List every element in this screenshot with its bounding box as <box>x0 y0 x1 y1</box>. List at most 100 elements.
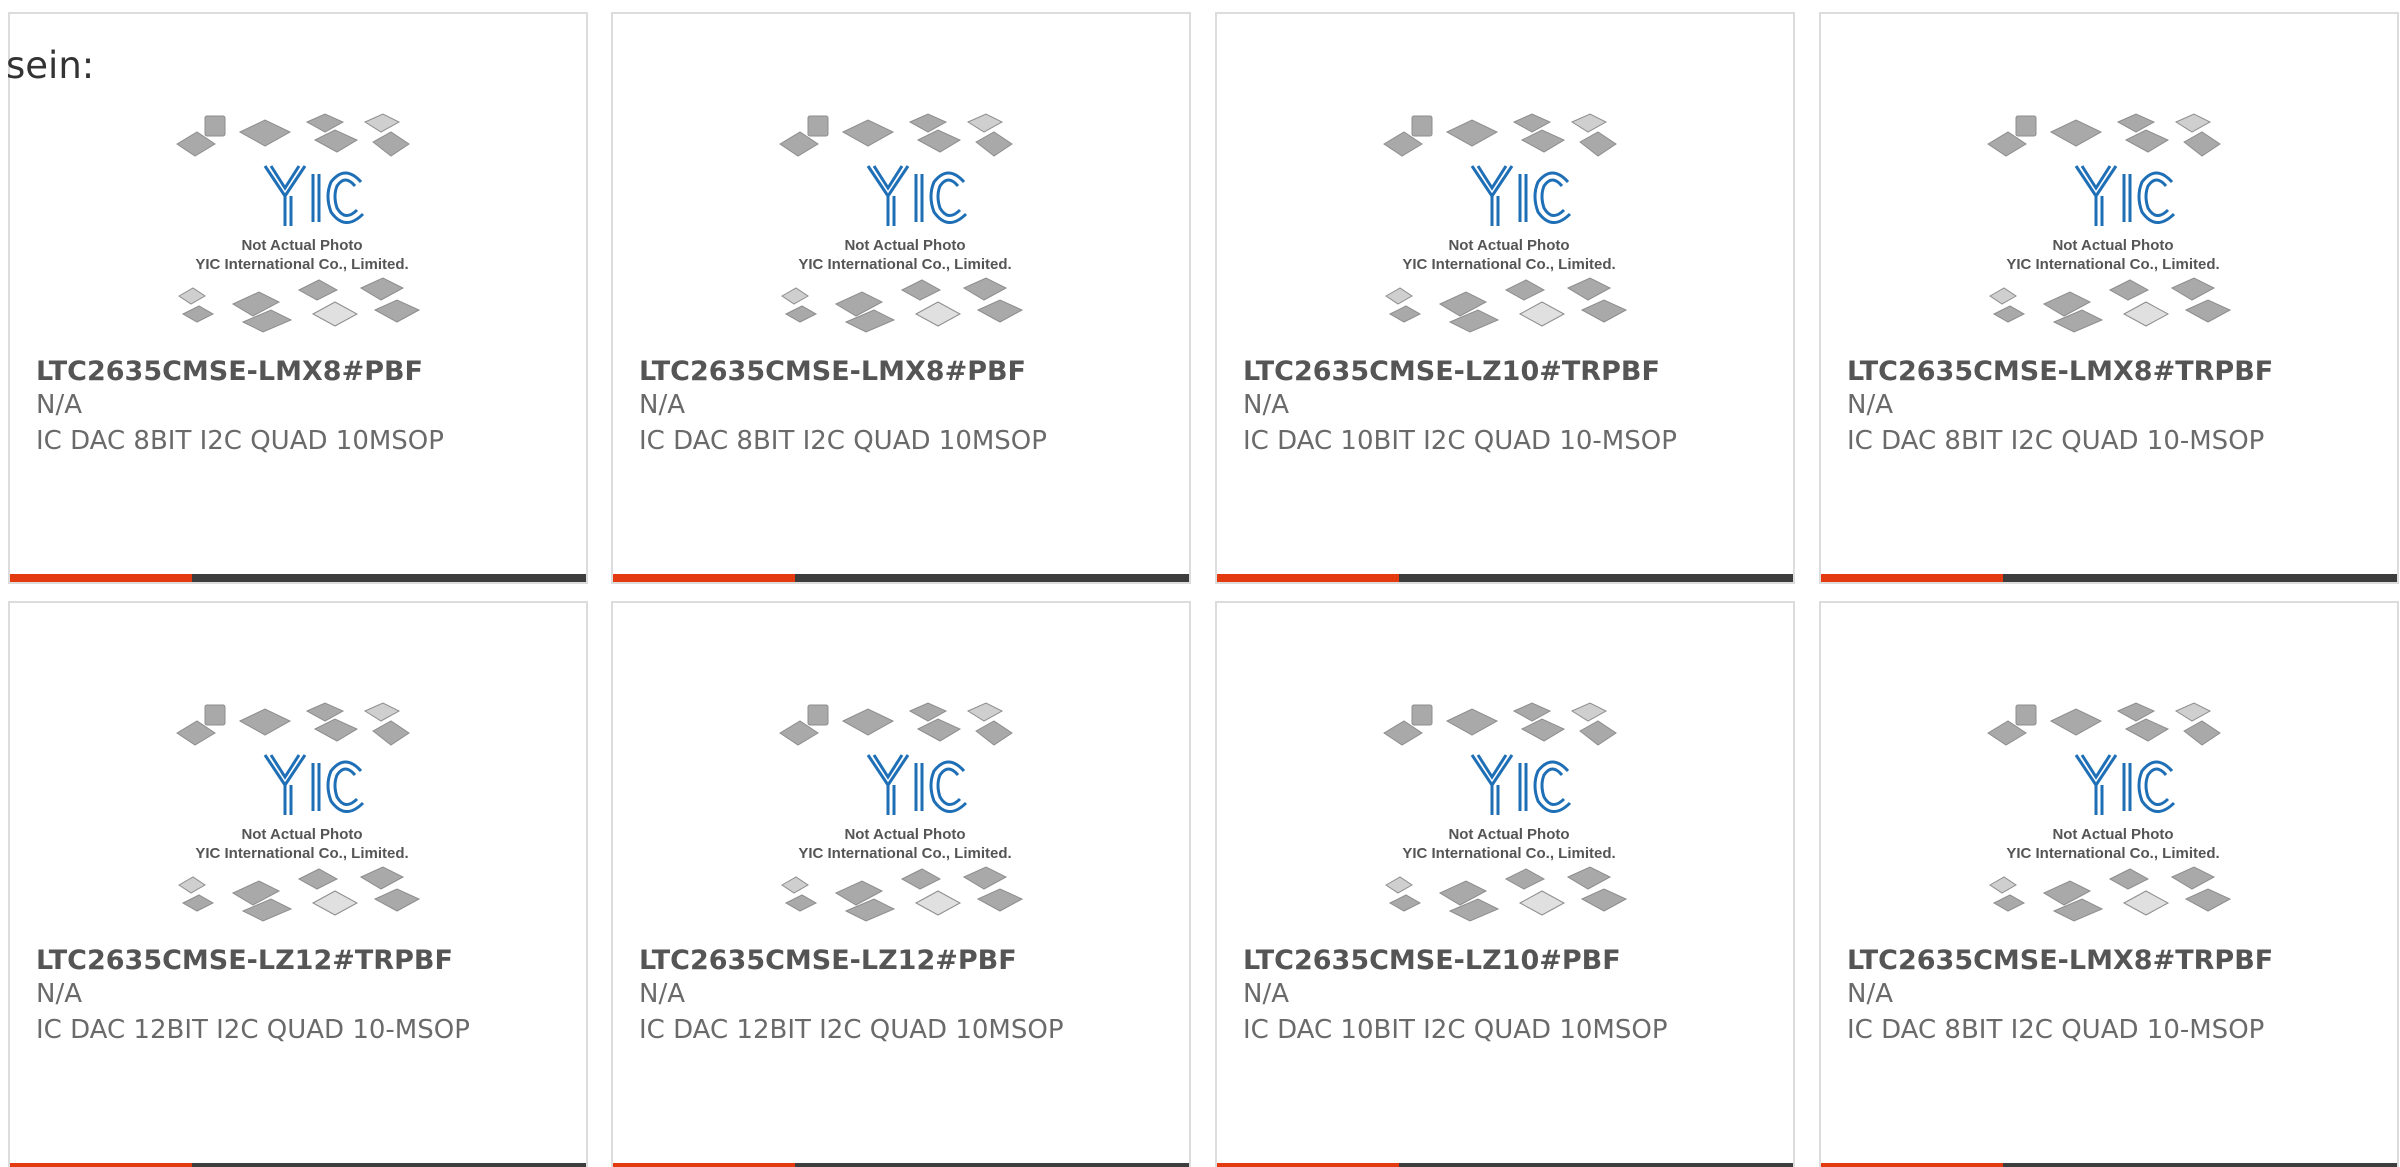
watermark-line2: YIC International Co., Limited. <box>1402 256 1615 273</box>
chip-shape <box>841 708 895 736</box>
chip-shape <box>2108 868 2150 890</box>
chip-shape <box>2015 704 2037 726</box>
chip-shape <box>181 894 215 912</box>
part-number[interactable]: LTC2635CMSE-LZ12#TRPBF <box>36 945 453 976</box>
part-number[interactable]: LTC2635CMSE-LMX8#TRPBF <box>1847 356 2273 387</box>
chip-shape <box>900 279 942 301</box>
part-number[interactable]: LTC2635CMSE-LZ12#PBF <box>639 945 1017 976</box>
chip-shape <box>2122 301 2170 327</box>
watermark-line1: Not Actual Photo <box>1448 826 1569 843</box>
chip-shape <box>2108 279 2150 301</box>
chip-shape <box>807 115 829 137</box>
placeholder-image: Not Actual Photo YIC International Co., … <box>176 113 421 333</box>
card-footer-accent <box>613 574 795 582</box>
chip-shape <box>1579 131 1617 157</box>
chip-shape <box>2116 702 2156 722</box>
chip-shape <box>1445 708 1499 736</box>
watermark-line1: Not Actual Photo <box>241 826 362 843</box>
watermark-line1: Not Actual Photo <box>1448 237 1569 254</box>
card-footer-accent <box>1217 1163 1399 1167</box>
logo-icon <box>2074 165 2176 226</box>
chip-shape <box>1411 704 1433 726</box>
chip-shape <box>178 876 206 894</box>
chip-shape <box>204 704 226 726</box>
chip-shape <box>297 279 339 301</box>
chip-shape <box>1520 718 1566 742</box>
part-number[interactable]: LTC2635CMSE-LMX8#PBF <box>639 356 1026 387</box>
chip-shape <box>1579 720 1617 746</box>
chip-shape <box>1512 113 1552 133</box>
chip-shape <box>1411 115 1433 137</box>
section-heading: sein: <box>6 44 95 87</box>
chip-shape <box>784 305 818 323</box>
watermark-line1: Not Actual Photo <box>241 237 362 254</box>
part-number[interactable]: LTC2635CMSE-LMX8#PBF <box>36 356 423 387</box>
description: IC DAC 12BIT I2C QUAD 10-MSOP <box>36 1015 470 1045</box>
placeholder-image: Not Actual Photo YIC International Co., … <box>176 702 421 922</box>
chip-shape <box>962 277 1008 301</box>
product-card[interactable]: Not Actual Photo YIC International Co., … <box>8 601 588 1167</box>
chip-shape <box>914 301 962 327</box>
chip-shape <box>297 868 339 890</box>
chip-shape <box>363 702 401 722</box>
chip-shape <box>305 113 345 133</box>
chip-shape <box>1992 894 2026 912</box>
part-number[interactable]: LTC2635CMSE-LZ10#TRPBF <box>1243 356 1660 387</box>
chip-shape <box>1520 129 1566 153</box>
product-card[interactable]: Not Actual Photo YIC International Co., … <box>8 12 588 584</box>
chip-shape <box>1989 876 2017 894</box>
manufacturer: N/A <box>639 390 685 420</box>
product-card[interactable]: Not Actual Photo YIC International Co., … <box>611 601 1191 1167</box>
chip-shape <box>1388 305 1422 323</box>
card-footer-accent <box>613 1163 795 1167</box>
chip-shape <box>1566 866 1612 890</box>
chip-shape <box>1385 876 1413 894</box>
chip-shape <box>363 113 401 133</box>
chip-shape <box>313 718 359 742</box>
watermark-line1: Not Actual Photo <box>844 826 965 843</box>
manufacturer: N/A <box>36 390 82 420</box>
chip-shape <box>1570 702 1608 722</box>
chip-shape <box>781 876 809 894</box>
description: IC DAC 8BIT I2C QUAD 10-MSOP <box>1847 1015 2265 1045</box>
product-card[interactable]: Not Actual Photo YIC International Co., … <box>1819 601 2399 1167</box>
chip-shape <box>976 888 1024 912</box>
chip-shape <box>1989 287 2017 305</box>
manufacturer: N/A <box>1847 979 1893 1009</box>
logo-icon <box>1470 165 1572 226</box>
logo-icon <box>263 754 365 815</box>
chip-shape <box>238 119 292 147</box>
chip-shape <box>975 720 1013 746</box>
product-card[interactable]: Not Actual Photo YIC International Co., … <box>1819 12 2399 584</box>
chip-shape <box>1504 868 1546 890</box>
watermark-line2: YIC International Co., Limited. <box>2006 256 2219 273</box>
watermark-line1: Not Actual Photo <box>2052 826 2173 843</box>
chip-shape <box>313 129 359 153</box>
part-number[interactable]: LTC2635CMSE-LMX8#TRPBF <box>1847 945 2273 976</box>
manufacturer: N/A <box>1243 979 1289 1009</box>
watermark-line2: YIC International Co., Limited. <box>195 256 408 273</box>
placeholder-image: Not Actual Photo YIC International Co., … <box>1987 702 2232 922</box>
product-card[interactable]: Not Actual Photo YIC International Co., … <box>1215 601 1795 1167</box>
part-number[interactable]: LTC2635CMSE-LZ10#PBF <box>1243 945 1621 976</box>
chip-shape <box>908 702 948 722</box>
chip-shape <box>1504 279 1546 301</box>
chip-shape <box>373 888 421 912</box>
chip-shape <box>2124 129 2170 153</box>
chip-shape <box>1385 287 1413 305</box>
card-footer-accent <box>1217 574 1399 582</box>
watermark-line1: Not Actual Photo <box>844 237 965 254</box>
product-grid-page: sein: Not Actual Photo YIC International… <box>0 0 2400 1167</box>
chip-shape <box>1580 888 1628 912</box>
description: IC DAC 12BIT I2C QUAD 10MSOP <box>639 1015 1064 1045</box>
chip-shape <box>1570 113 1608 133</box>
chip-shape <box>1580 299 1628 323</box>
chip-shape <box>372 720 410 746</box>
chip-shape <box>1445 119 1499 147</box>
chip-shape <box>2116 113 2156 133</box>
product-card[interactable]: Not Actual Photo YIC International Co., … <box>1215 12 1795 584</box>
card-footer-accent <box>1821 1163 2003 1167</box>
product-card[interactable]: Not Actual Photo YIC International Co., … <box>611 12 1191 584</box>
chip-shape <box>1566 277 1612 301</box>
card-footer-accent <box>1821 574 2003 582</box>
